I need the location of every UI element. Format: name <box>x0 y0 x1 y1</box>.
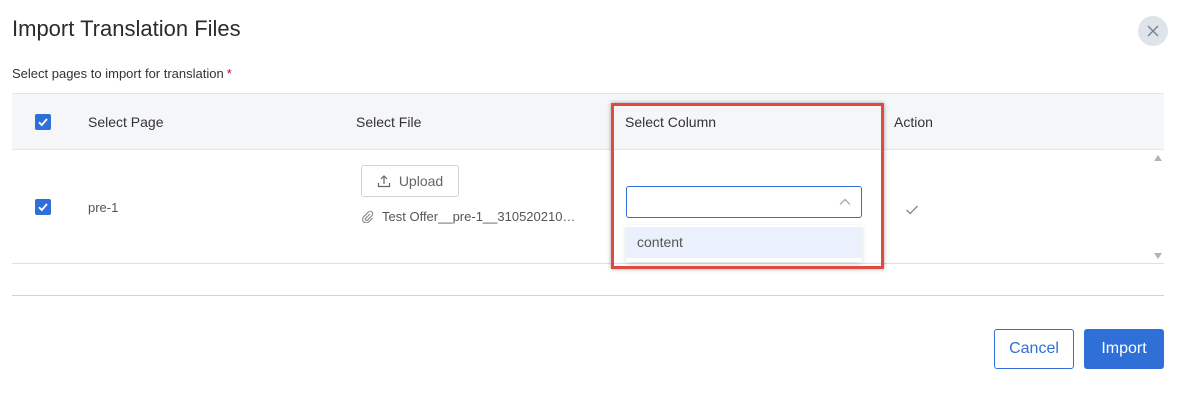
table-body: pre-1 Upload Test Offer__pre-1__31052021… <box>12 149 1164 264</box>
scrollbar[interactable] <box>1152 150 1164 264</box>
attached-file: Test Offer__pre-1__310520210… <box>361 209 575 224</box>
select-all-checkbox[interactable] <box>35 114 51 130</box>
instruction-text: Select pages to import for translation <box>12 66 224 81</box>
chevron-up-icon <box>839 198 851 205</box>
upload-label: Upload <box>398 173 444 189</box>
checkmark-icon <box>38 118 48 127</box>
scroll-up-icon[interactable] <box>1154 155 1162 161</box>
header-action: Action <box>894 114 933 130</box>
close-icon <box>1147 25 1159 37</box>
table-header: Select Page Select File Select Column Ac… <box>12 93 1164 149</box>
upload-icon <box>377 175 390 188</box>
cancel-button[interactable]: Cancel <box>994 329 1074 369</box>
checkmark-icon <box>38 203 48 212</box>
paperclip-icon <box>362 210 374 223</box>
header-select-page: Select Page <box>88 114 164 130</box>
check-icon <box>906 205 919 215</box>
row-checkbox[interactable] <box>35 199 51 215</box>
pages-table: Select Page Select File Select Column Ac… <box>12 93 1164 264</box>
required-marker: * <box>226 66 232 81</box>
header-select-column: Select Column <box>625 114 717 130</box>
upload-button[interactable]: Upload <box>361 165 459 197</box>
page-name: pre-1 <box>88 200 119 215</box>
close-button[interactable] <box>1138 16 1168 46</box>
dialog-title: Import Translation Files <box>12 16 241 41</box>
scroll-down-icon[interactable] <box>1154 253 1162 259</box>
file-name-text: Test Offer__pre-1__310520210… <box>382 209 576 224</box>
import-button[interactable]: Import <box>1084 329 1164 369</box>
header-select-file: Select File <box>356 114 422 130</box>
footer-divider <box>12 295 1164 296</box>
instruction-label: Select pages to import for translation * <box>12 66 232 81</box>
column-select[interactable] <box>626 186 862 218</box>
column-dropdown: content <box>626 225 862 262</box>
dropdown-option-content[interactable]: content <box>626 227 862 258</box>
